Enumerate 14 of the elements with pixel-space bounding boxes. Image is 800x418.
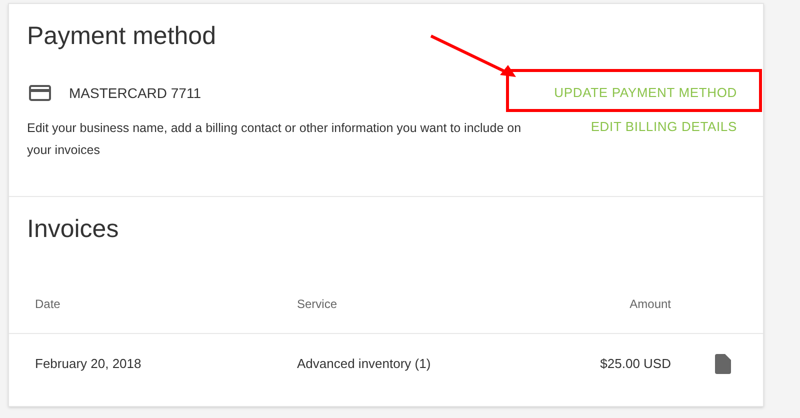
section-title: Invoices [27,217,120,242]
column-header: Service [297,296,338,312]
table-cell-text: Advanced inventory (1) [297,355,432,374]
card-label: MASTERCARD 7711 [69,84,202,102]
credit-card-icon [29,84,51,102]
column-header: Amount [628,296,671,312]
update-payment-button[interactable]: UPDATE PAYMENT METHOD [554,83,737,103]
billing-description: Edit your business name, add a billing contact or other information you want to include on your invoices [27,120,522,159]
column-header: Date [35,296,62,312]
table-cell-text: February 20, 2018 [35,355,142,374]
table-cell-text: $25.00 USD [599,355,671,374]
section-title: Payment method [27,24,217,49]
edit-billing-button[interactable]: EDIT BILLING DETAILS [590,117,737,136]
pdf-file-icon[interactable] [715,354,731,374]
